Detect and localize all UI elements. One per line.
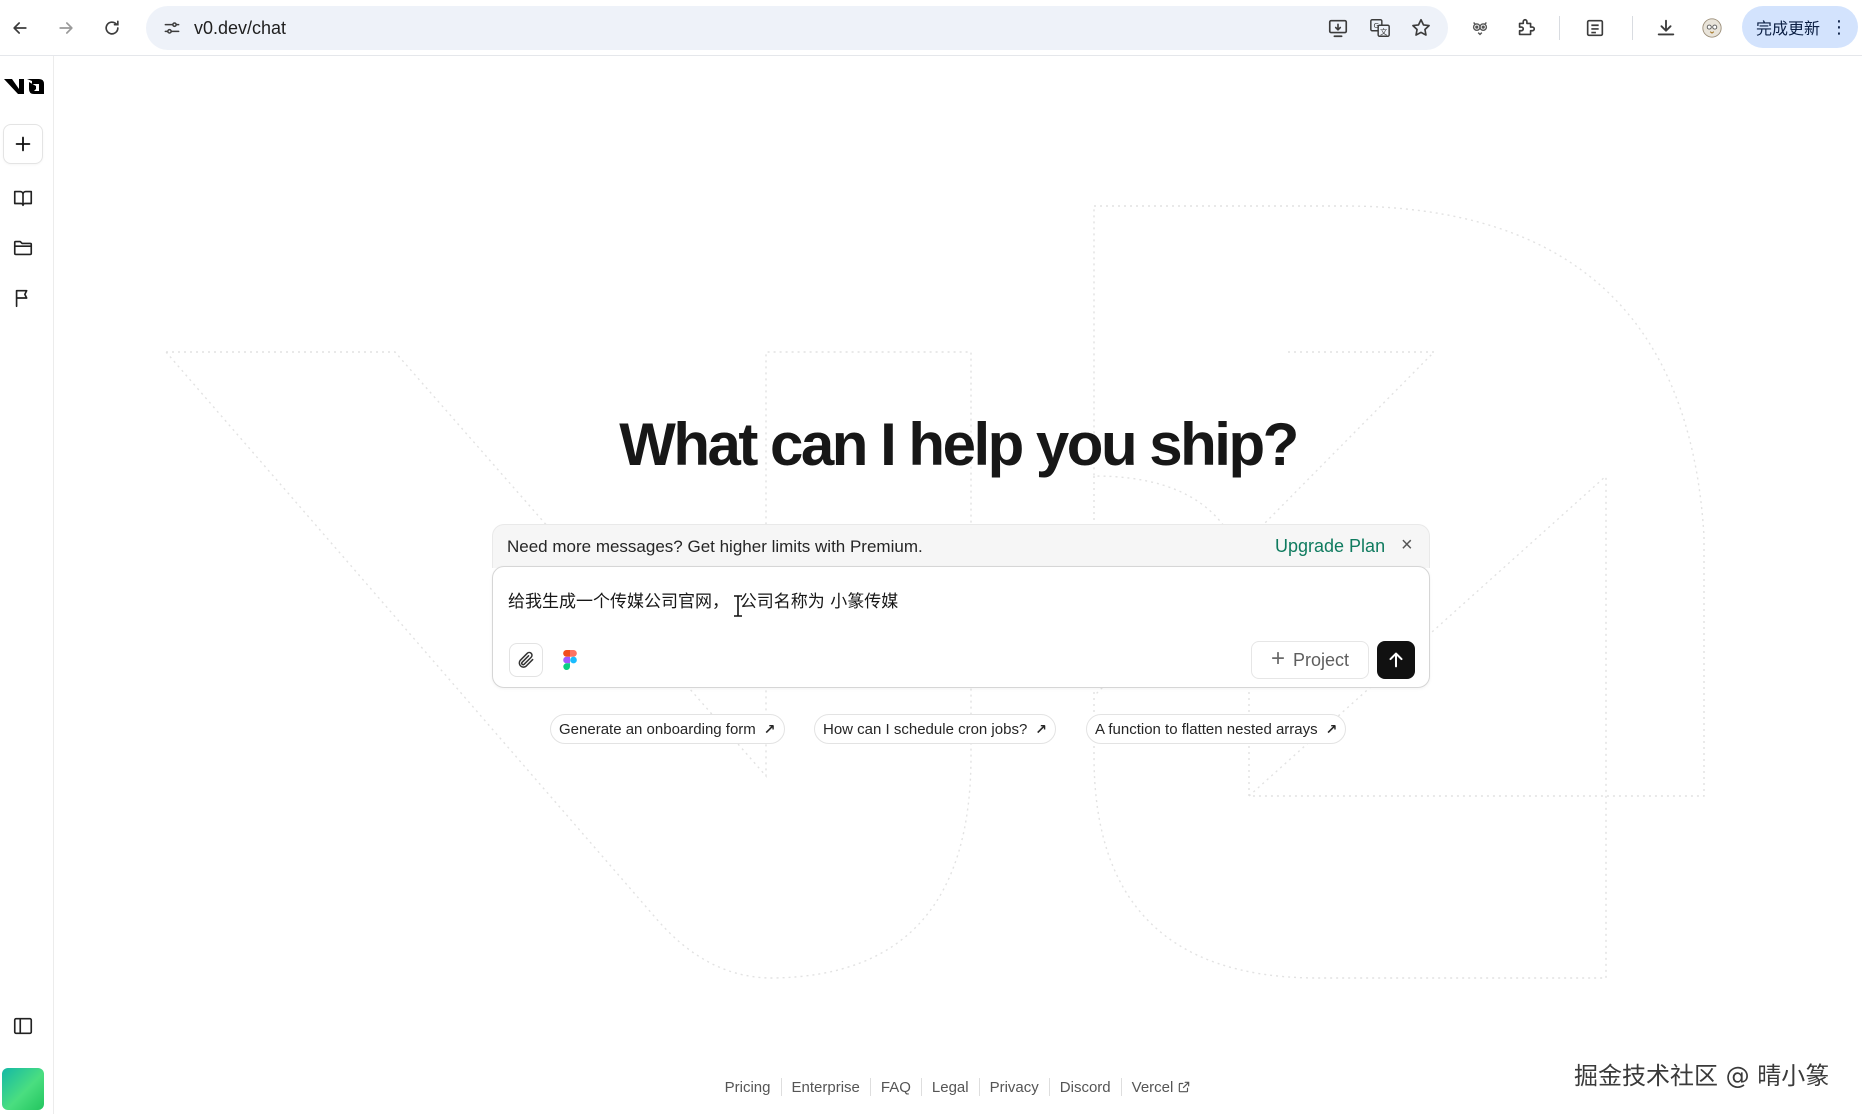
footer-separator xyxy=(978,1078,980,1096)
site-info-icon[interactable] xyxy=(158,14,186,42)
arrow-up-right-icon: ↗ xyxy=(1325,720,1338,737)
forward-button[interactable] xyxy=(48,10,84,46)
arrow-up-right-icon: ↗ xyxy=(1035,720,1048,737)
book-icon xyxy=(13,190,33,207)
update-button-label: 完成更新 xyxy=(1756,19,1821,38)
flag-icon xyxy=(15,289,28,308)
toolbar-separator xyxy=(1559,16,1560,40)
suggestion-label: How can I schedule cron jobs? xyxy=(823,720,1028,738)
text-cursor-icon xyxy=(734,595,742,617)
back-icon xyxy=(13,22,27,34)
suggestion-chip[interactable]: Generate an onboarding form ↗ xyxy=(550,714,785,744)
sidebar xyxy=(0,56,54,1114)
project-button-label: Project xyxy=(1292,649,1350,670)
download-icon[interactable] xyxy=(1648,10,1684,46)
footer-separator xyxy=(869,1078,871,1096)
sidebar-toggle-icon xyxy=(13,1017,33,1035)
update-button[interactable]: 完成更新 ⋮ xyxy=(1742,6,1858,48)
library-button[interactable] xyxy=(3,178,43,218)
footer-separator xyxy=(920,1078,922,1096)
install-icon[interactable] xyxy=(1324,14,1352,42)
figma-import-button[interactable] xyxy=(553,643,587,677)
footer-separator xyxy=(1048,1078,1050,1096)
address-bar[interactable]: v0.dev/chat 文G xyxy=(146,6,1448,50)
suggestion-chips: Generate an onboarding form ↗ How can I … xyxy=(54,714,1862,746)
upgrade-plan-link[interactable]: Upgrade Plan xyxy=(1275,536,1385,557)
suggestion-chip[interactable]: A function to flatten nested arrays ↗ xyxy=(1086,714,1347,744)
plus-icon: + xyxy=(1270,645,1285,672)
suggestion-label: A function to flatten nested arrays xyxy=(1095,720,1318,738)
extension-owl-icon[interactable] xyxy=(1462,10,1498,46)
paperclip-icon xyxy=(518,651,534,668)
add-project-button[interactable]: + Project xyxy=(1251,641,1369,679)
footer-link-legal[interactable]: Legal xyxy=(932,1079,969,1096)
toolbar-separator xyxy=(1632,16,1633,40)
plus-icon xyxy=(15,136,31,152)
upgrade-banner: Need more messages? Get higher limits wi… xyxy=(492,524,1430,568)
translate-icon[interactable]: 文G xyxy=(1366,14,1394,42)
suggestion-chip[interactable]: How can I schedule cron jobs? ↗ xyxy=(814,714,1057,744)
chat-composer: Need more messages? Get higher limits wi… xyxy=(492,524,1430,688)
profile-avatar-icon[interactable] xyxy=(1694,10,1730,46)
user-avatar[interactable] xyxy=(2,1068,44,1110)
folder-icon xyxy=(13,240,33,256)
arrow-up-icon xyxy=(1389,652,1403,668)
footer-link-privacy[interactable]: Privacy xyxy=(990,1079,1039,1096)
svg-text:G: G xyxy=(1373,21,1379,30)
v0-logo[interactable] xyxy=(2,70,46,100)
reload-button[interactable] xyxy=(94,10,130,46)
reload-icon xyxy=(105,20,119,35)
footer-separator xyxy=(780,1078,782,1096)
new-chat-button[interactable] xyxy=(3,124,43,164)
prompt-textarea[interactable]: 给我生成一个传媒公司官网， 公司名称为 小篆传媒 + Project xyxy=(492,566,1430,688)
send-button[interactable] xyxy=(1377,641,1415,679)
feedback-button[interactable] xyxy=(3,278,43,318)
browser-toolbar: v0.dev/chat 文G 完成更新 ⋮ xyxy=(0,0,1862,56)
reading-list-icon[interactable] xyxy=(1577,10,1613,46)
svg-text:文: 文 xyxy=(1380,27,1388,36)
figma-icon xyxy=(563,650,577,670)
close-icon[interactable]: × xyxy=(1401,534,1413,557)
prompt-text: 给我生成一个传媒公司官网， 公司名称为 小篆传媒 xyxy=(508,592,899,612)
external-link-icon xyxy=(1179,1081,1190,1093)
footer-link-discord[interactable]: Discord xyxy=(1060,1079,1111,1096)
url-text: v0.dev/chat xyxy=(194,18,287,38)
more-vert-icon[interactable]: ⋮ xyxy=(1830,17,1848,38)
watermark: 掘金技术社区 @ 晴小篆 xyxy=(1574,1062,1830,1090)
footer-link-pricing[interactable]: Pricing xyxy=(725,1079,771,1096)
back-button[interactable] xyxy=(2,10,38,46)
arrow-up-right-icon: ↗ xyxy=(763,720,776,737)
page-title: What can I help you ship? xyxy=(619,411,1299,478)
suggestion-label: Generate an onboarding form xyxy=(559,720,756,738)
attach-button[interactable] xyxy=(509,643,543,677)
footer-separator xyxy=(1120,1078,1122,1096)
footer-link-faq[interactable]: FAQ xyxy=(881,1079,911,1096)
forward-icon xyxy=(59,22,73,34)
projects-button[interactable] xyxy=(3,228,43,268)
footer-link-vercel[interactable]: Vercel xyxy=(1132,1079,1174,1096)
banner-text: Need more messages? Get higher limits wi… xyxy=(507,537,923,556)
sidebar-toggle-button[interactable] xyxy=(3,1006,43,1046)
extensions-puzzle-icon[interactable] xyxy=(1508,10,1544,46)
bookmark-star-icon[interactable] xyxy=(1407,14,1435,42)
footer-link-enterprise[interactable]: Enterprise xyxy=(792,1079,860,1096)
